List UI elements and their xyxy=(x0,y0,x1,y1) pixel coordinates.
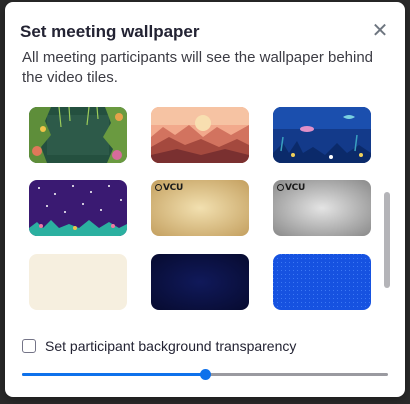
wallpaper-thumb-purple-night-reef[interactable] xyxy=(29,180,127,236)
wallpaper-dialog: Set meeting wallpaper ✕ All meeting part… xyxy=(5,2,405,397)
wallpaper-thumb-cream-paper[interactable] xyxy=(29,254,127,310)
wallpaper-thumb-underwater-ocean[interactable] xyxy=(273,107,371,163)
wallpaper-thumb-vcu-parchment[interactable]: VCU xyxy=(151,180,249,236)
scrollbar-thumb[interactable] xyxy=(384,192,390,288)
slider-knob[interactable] xyxy=(200,369,211,380)
transparency-checkbox[interactable] xyxy=(22,339,36,353)
slider-track-fill xyxy=(22,373,205,376)
wallpaper-scrollbar[interactable] xyxy=(384,100,390,318)
dialog-description: All meeting participants will see the wa… xyxy=(22,49,374,86)
wallpaper-thumb-jungle-foliage[interactable] xyxy=(29,107,127,163)
vcu-logo: VCU xyxy=(155,183,183,193)
transparency-option: Set participant background transparency xyxy=(22,337,296,355)
wallpaper-thumb-dark-navy[interactable] xyxy=(151,254,249,310)
wallpaper-grid: VCU VCU xyxy=(5,100,385,318)
wallpaper-thumb-vcu-gray-texture[interactable]: VCU xyxy=(273,180,371,236)
transparency-slider[interactable] xyxy=(22,365,388,385)
transparency-checkbox-label[interactable]: Set participant background transparency xyxy=(45,338,296,354)
wallpaper-thumb-desert-sunset[interactable] xyxy=(151,107,249,163)
close-icon[interactable]: ✕ xyxy=(371,21,389,41)
dialog-title: Set meeting wallpaper xyxy=(20,22,200,41)
vcu-logo: VCU xyxy=(277,183,305,193)
wallpaper-thumb-blue-grid[interactable] xyxy=(273,254,371,310)
